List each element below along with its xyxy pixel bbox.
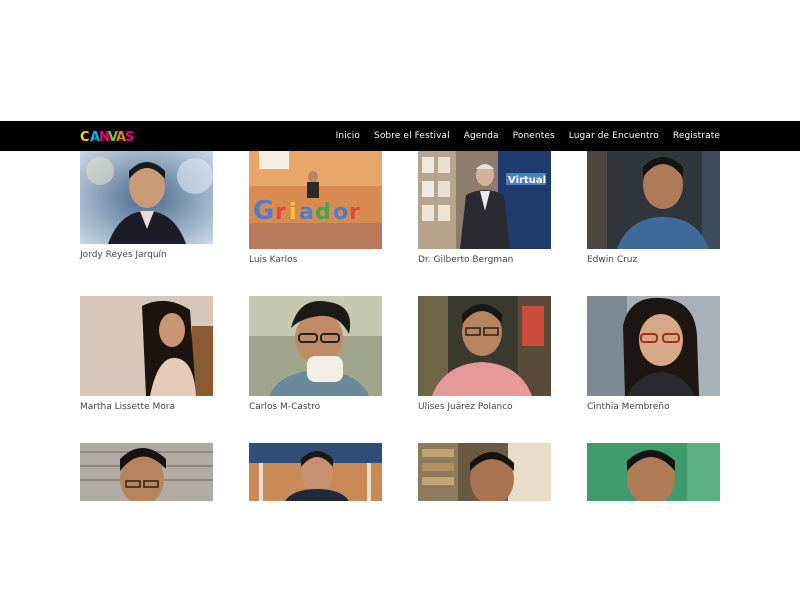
svg-text:d: d <box>315 200 331 225</box>
svg-text:G: G <box>253 196 274 226</box>
speaker-name: Carlos M-Castro <box>249 402 321 412</box>
speaker-photo[interactable]: G r i a d o r <box>249 151 382 249</box>
svg-text:r: r <box>275 200 286 225</box>
site-header: C A N V A S Inicio Sobre el Festival Age… <box>0 121 800 151</box>
speaker-card[interactable]: Martha Lissette Mora <box>80 296 213 412</box>
nav-ponentes[interactable]: Ponentes <box>513 131 555 141</box>
nav-agenda[interactable]: Agenda <box>464 131 499 141</box>
speaker-name: Luis Karlos <box>249 255 298 265</box>
svg-text:o: o <box>333 200 348 225</box>
svg-text:i: i <box>289 200 297 225</box>
svg-text:Virtual: Virtual <box>508 175 546 186</box>
speaker-name: Martha Lissette Mora <box>80 402 175 412</box>
speaker-photo[interactable] <box>587 296 720 396</box>
speaker-photo[interactable] <box>249 296 382 396</box>
speaker-card[interactable]: Jordy Reyes Jarquín <box>80 151 213 260</box>
speaker-card[interactable]: Edwin Cruz <box>587 151 720 265</box>
speaker-card[interactable] <box>418 443 551 501</box>
speaker-name: Edwin Cruz <box>587 255 638 265</box>
speaker-photo[interactable] <box>80 151 213 244</box>
nav-lugar-de-encuentro[interactable]: Lugar de Encuentro <box>569 131 659 141</box>
speaker-photo[interactable] <box>587 151 720 249</box>
speaker-photo[interactable] <box>249 443 382 501</box>
nav-inicio[interactable]: Inicio <box>336 131 360 141</box>
speaker-name: Dr. Gilberto Bergman <box>418 255 514 265</box>
svg-text:a: a <box>299 200 314 225</box>
speaker-photo[interactable] <box>418 296 551 396</box>
speaker-card[interactable]: Cinthia Membreño <box>587 296 720 412</box>
nav-registrate[interactable]: Registrate <box>673 131 720 141</box>
logo-letter-s: S <box>125 130 134 145</box>
speaker-card[interactable]: Virtual Dr. Gilberto Bergman <box>418 151 551 265</box>
nav-sobre-el-festival[interactable]: Sobre el Festival <box>374 131 450 141</box>
logo-letter-c: C <box>80 130 90 145</box>
speaker-photo[interactable] <box>418 443 551 501</box>
speaker-name: Jordy Reyes Jarquín <box>80 250 167 260</box>
main-nav: Inicio Sobre el Festival Agenda Ponentes… <box>336 121 720 151</box>
speaker-photo[interactable] <box>80 443 213 501</box>
svg-text:r: r <box>349 200 360 225</box>
speaker-photo[interactable] <box>587 443 720 501</box>
speaker-card[interactable] <box>249 443 382 501</box>
speaker-name: Cinthia Membreño <box>587 402 670 412</box>
speaker-card[interactable]: G r i a d o r Luis Karlos <box>249 151 382 265</box>
speaker-photo[interactable] <box>80 296 213 396</box>
speaker-card[interactable]: Carlos M-Castro <box>249 296 382 412</box>
speaker-photo[interactable]: Virtual <box>418 151 551 249</box>
speaker-name: Ulises Juárez Polanco <box>418 402 513 412</box>
speaker-card[interactable] <box>587 443 720 501</box>
speaker-card[interactable]: Ulises Juárez Polanco <box>418 296 551 412</box>
canvas-logo[interactable]: C A N V A S <box>80 127 134 145</box>
speaker-card[interactable] <box>80 443 213 501</box>
